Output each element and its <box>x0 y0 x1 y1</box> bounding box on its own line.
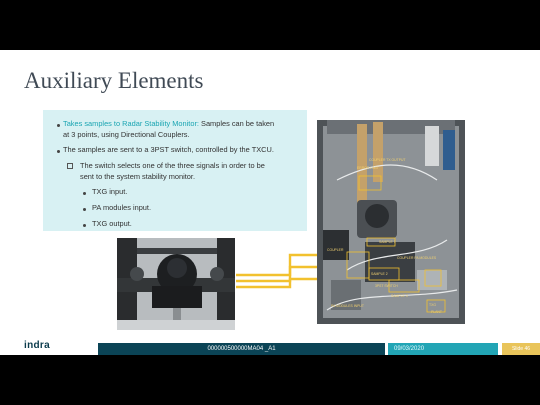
item-txg-output: TXG output. <box>92 219 132 228</box>
slide: Auxiliary Elements Takes samples to Rada… <box>0 50 540 355</box>
label-coupler-pa-modules: COUPLER PA MODULES <box>397 256 437 260</box>
bullet-dot <box>83 224 86 227</box>
cabinet-photo: COUPLER TX OUTPUT ERROR LIMIT SAMPLE 1 C… <box>317 120 465 324</box>
sub-bullet-line2: sent to the system stability monitor. <box>80 172 196 181</box>
bullet-textbox: Takes samples to Radar Stability Monitor… <box>43 110 307 231</box>
bullet-dot <box>83 208 86 211</box>
item-txg-input: TXG input. <box>92 187 128 196</box>
label-txg: TXG <box>429 303 436 307</box>
footer-date: 09/03/2020 <box>388 343 498 355</box>
label-error-limit: ERROR LIMIT <box>357 166 379 170</box>
company-logo: indra <box>24 340 50 351</box>
bullet-dot <box>83 192 86 195</box>
label-3pst-switch: 3PST SWITCH <box>375 284 398 288</box>
switch-photo <box>117 238 235 330</box>
label-sample-3: SAMPLE 3 <box>391 294 408 298</box>
sub-bullet-line1: The switch selects one of the three sign… <box>80 161 265 170</box>
footer-page-number: Slide 46 <box>502 343 540 355</box>
label-plant: PLANT <box>431 310 442 314</box>
label-pa-modules-input: PA MODULES INPUT <box>331 304 364 308</box>
bullet-dot <box>57 124 60 127</box>
bullet-1-rest: Samples can be taken <box>198 119 275 128</box>
bullet-dot <box>57 150 60 153</box>
bullet-2: The samples are sent to a 3PST switch, c… <box>63 145 274 154</box>
slide-title: Auxiliary Elements <box>24 68 204 93</box>
label-sample-1: SAMPLE 1 <box>379 240 396 244</box>
item-pa-input: PA modules input. <box>92 203 152 212</box>
bullet-1: Takes samples to Radar Stability Monitor… <box>63 119 274 129</box>
label-sample-2: SAMPLE 2 <box>371 272 388 276</box>
label-coupler: COUPLER <box>327 248 344 252</box>
bullet-1-line2: at 3 points, using Directional Couplers. <box>63 130 190 139</box>
label-coupler-tx-output: COUPLER TX OUTPUT <box>369 158 406 162</box>
switch-photo-image <box>117 238 235 330</box>
bullet-1-accent: Takes samples to Radar Stability Monitor… <box>63 119 199 128</box>
footer-doc-code: 000000500000MA04 _A1 <box>98 343 385 355</box>
checkbox-bullet-icon <box>67 163 73 169</box>
